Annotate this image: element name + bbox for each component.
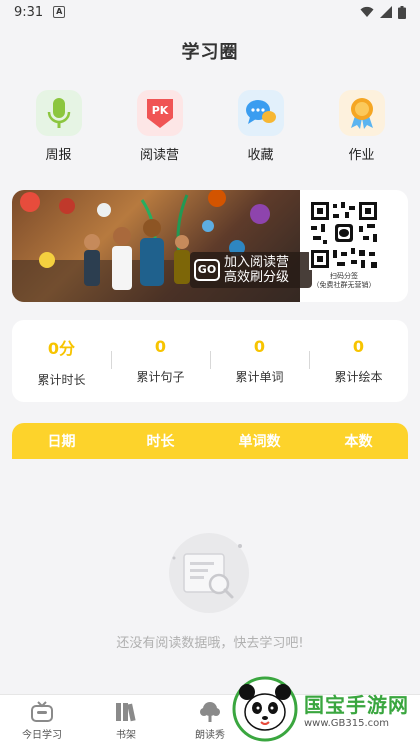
books-icon <box>116 703 136 722</box>
homework-icon-bg <box>338 90 385 136</box>
banner-lines: 加入阅读营 高效刷分级 <box>224 255 289 285</box>
watermark-text: 国宝手游网 www.GB315.com <box>304 689 409 729</box>
reading-table-header: 日期 时长 单词数 本数 <box>12 423 408 459</box>
stats-card: 0分 累计时长 0 累计句子 0 累计单词 0 累计绘本 <box>12 320 408 402</box>
empty-state-message: 还没有阅读数据哦，快去学习吧! <box>116 636 304 651</box>
qr-code-block: 扫码分签 （免费社群无营销） <box>304 200 384 296</box>
stat-total-time: 0分 累计时长 <box>12 335 111 388</box>
tab-today-study[interactable]: 今日学习 <box>0 695 84 746</box>
status-time: 9:31 <box>14 4 44 20</box>
column-header-book-count: 本数 <box>344 434 373 450</box>
tv-icon <box>31 701 53 722</box>
column-header-date: 日期 <box>47 434 76 450</box>
shortcut-homework[interactable]: 作业 <box>322 90 402 163</box>
qr-code-icon <box>309 200 379 270</box>
banner-line-1: 加入阅读营 <box>224 255 290 270</box>
shortcut-label: 作业 <box>348 148 375 163</box>
empty-document-search-icon <box>169 533 249 613</box>
tree-icon <box>200 702 220 722</box>
stat-label: 累计单词 <box>235 370 284 384</box>
status-icons <box>360 5 406 19</box>
stat-value: 0 <box>154 337 167 356</box>
column-header-duration: 时长 <box>146 434 175 450</box>
tab-label: 今日学习 <box>22 730 62 741</box>
notification-a-icon: A <box>53 6 66 18</box>
stat-label: 累计时长 <box>37 372 86 387</box>
tab-label: 书架 <box>116 730 136 741</box>
watermark-title: 国宝手游网 <box>304 693 409 717</box>
weekly-report-icon-bg <box>35 90 82 136</box>
shortcut-favorites[interactable]: 收藏 <box>221 90 301 163</box>
page-title: 学习圈 <box>181 42 239 63</box>
go-badge: GO <box>194 259 220 281</box>
site-watermark: 国宝手游网 www.GB315.com <box>232 672 420 746</box>
banner-caption: GO 加入阅读营 高效刷分级 <box>190 252 312 288</box>
stat-value: 0 <box>253 337 266 356</box>
signal-icon <box>380 6 392 18</box>
stat-total-picture-books: 0 累计绘本 <box>309 337 408 385</box>
shortcut-label: 周报 <box>45 148 72 163</box>
medal-icon <box>350 98 373 129</box>
tab-bookshelf[interactable]: 书架 <box>84 695 168 746</box>
watermark-url: www.GB315.com <box>304 718 390 729</box>
shortcut-row: 周报 PK 阅读营 收藏 作业 <box>0 90 420 163</box>
chat-bubble-icon <box>245 100 276 124</box>
qr-label-line-1: 扫码分签 <box>330 272 358 280</box>
column-header-word-count: 单词数 <box>238 434 281 450</box>
qr-label-line-2: （免费社群无营销） <box>312 281 376 289</box>
stat-total-words: 0 累计单词 <box>210 337 309 385</box>
stat-value: 0 <box>352 337 365 356</box>
pk-shield-icon: PK <box>146 99 173 128</box>
shortcut-label: 收藏 <box>247 148 274 163</box>
reading-camp-banner[interactable]: GO 加入阅读营 高效刷分级 扫码分签 （免费社群无营销） <box>12 190 408 302</box>
status-bar: 9:31 A <box>0 0 420 24</box>
shortcut-weekly-report[interactable]: 周报 <box>19 90 99 163</box>
microphone-icon <box>47 98 70 128</box>
battery-icon <box>398 5 406 19</box>
tab-label: 朗读秀 <box>195 730 225 741</box>
banner-line-2: 高效刷分级 <box>224 270 290 285</box>
panda-logo-icon <box>232 676 298 742</box>
stat-value: 0分 <box>47 338 76 358</box>
reading-camp-icon-bg: PK <box>136 90 183 136</box>
shortcut-label: 阅读营 <box>139 148 179 163</box>
stat-total-sentences: 0 累计句子 <box>111 337 210 385</box>
favorites-icon-bg <box>237 90 284 136</box>
shortcut-reading-camp[interactable]: PK 阅读营 <box>120 90 200 163</box>
wifi-icon <box>360 6 374 17</box>
pk-badge-text: PK <box>151 104 168 117</box>
stat-label: 累计绘本 <box>334 370 383 384</box>
stat-label: 累计句子 <box>136 370 185 384</box>
qr-label: 扫码分签 （免费社群无营销） <box>313 272 376 290</box>
